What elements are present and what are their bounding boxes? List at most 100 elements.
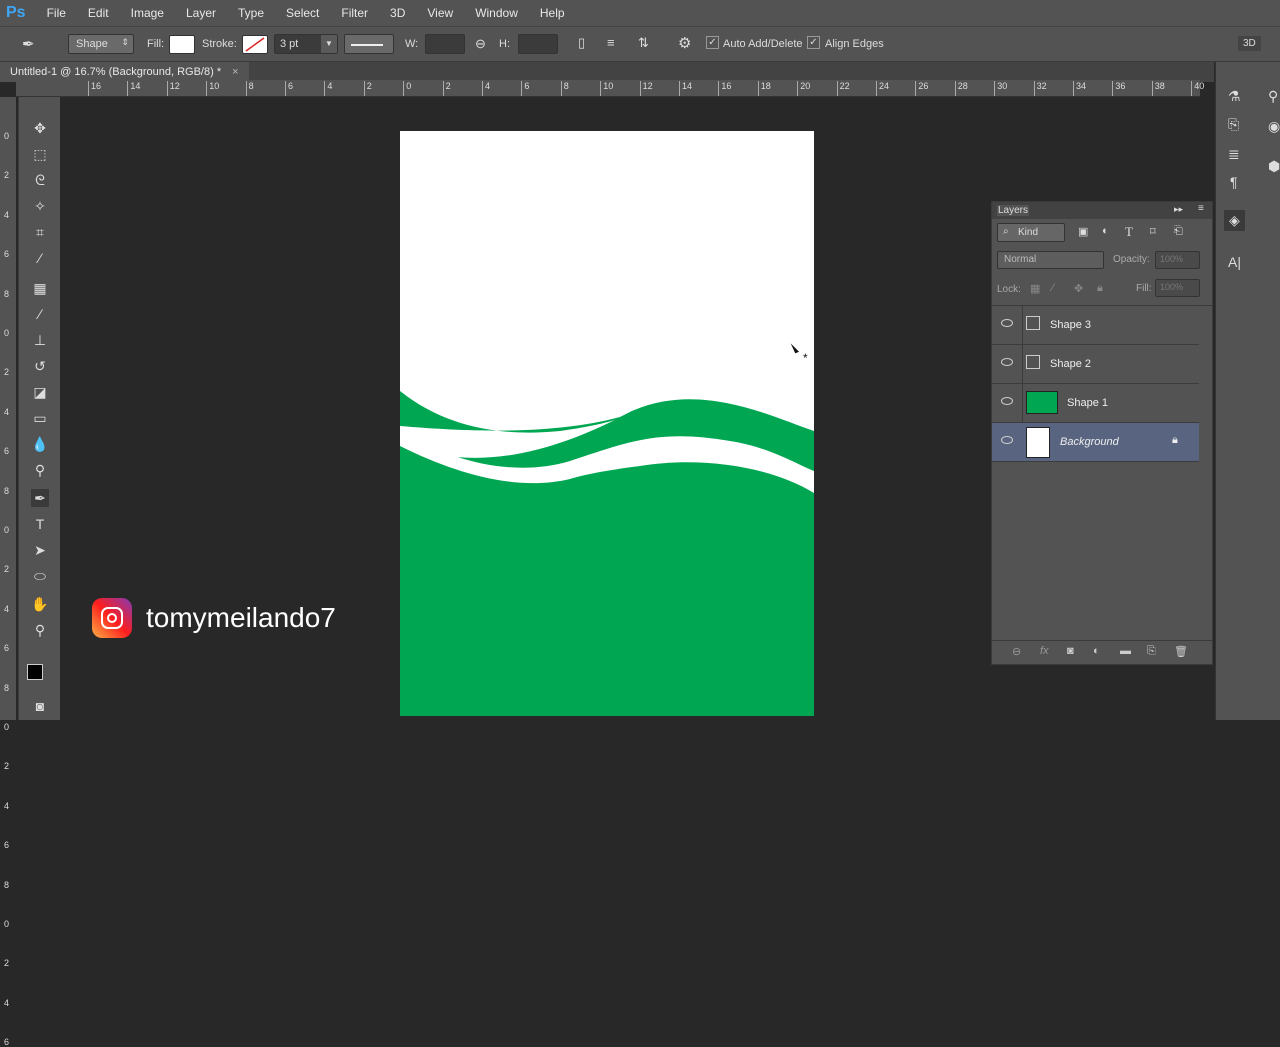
shape-1-thumbnail xyxy=(1026,391,1058,414)
layer-row-shape-2[interactable]: Shape 2 xyxy=(992,345,1199,384)
close-tab-icon[interactable]: × xyxy=(232,66,238,78)
filter-type-icon[interactable]: T xyxy=(1125,224,1133,240)
path-selection-tool-icon[interactable]: ➤ xyxy=(31,541,49,559)
history-brush-tool-icon[interactable]: ↺ xyxy=(31,357,49,375)
lock-all-icon[interactable]: 🔒︎ xyxy=(1097,282,1103,295)
panel-menu-icon[interactable]: ≡ xyxy=(1198,203,1204,214)
collapse-panel-icon[interactable]: ▸▸ xyxy=(1174,204,1183,215)
marquee-tool-icon[interactable]: ⬚ xyxy=(31,145,49,163)
magic-wand-tool-icon[interactable]: ✧ xyxy=(31,197,49,215)
align-edges-checkbox[interactable]: ✓ xyxy=(807,36,820,49)
clone-stamp-tool-icon[interactable]: ⊥ xyxy=(31,331,49,349)
hand-tool-icon[interactable]: ✋ xyxy=(31,595,49,613)
document-canvas[interactable] xyxy=(400,131,814,716)
fill-input[interactable]: 100% xyxy=(1155,279,1200,297)
character-panel-icon[interactable]: A| xyxy=(1228,254,1241,270)
delete-layer-trash-icon[interactable]: 🗑︎ xyxy=(1174,645,1188,658)
opacity-input[interactable]: 100% xyxy=(1155,251,1200,269)
link-icon[interactable]: ⊖ xyxy=(475,36,486,52)
menu-image[interactable]: Image xyxy=(120,6,175,20)
color-panel-icon[interactable]: ◉ xyxy=(1268,118,1280,135)
layer-name[interactable]: Shape 1 xyxy=(1067,397,1108,409)
filter-shape-icon[interactable]: ⌑ xyxy=(1150,225,1156,238)
menu-3d[interactable]: 3D xyxy=(379,6,416,20)
eraser-tool-icon[interactable]: ◪ xyxy=(31,383,49,401)
new-adjustment-layer-icon[interactable]: ◐ xyxy=(1093,645,1100,657)
pen-tool-icon[interactable]: ✒ xyxy=(22,35,35,53)
eyedropper-tool-icon[interactable]: ⁄ xyxy=(31,249,49,267)
filter-adjustment-icon[interactable]: ◐ xyxy=(1102,225,1109,237)
width-input[interactable] xyxy=(425,34,465,54)
layer-name[interactable]: Shape 2 xyxy=(1050,358,1091,370)
move-tool-icon[interactable]: ✥ xyxy=(31,119,49,137)
visibility-eye-icon[interactable] xyxy=(1001,397,1013,405)
layers-panel-title[interactable]: Layers xyxy=(997,205,1030,216)
layer-row-shape-1[interactable]: Shape 1 xyxy=(992,384,1199,423)
lasso-tool-icon[interactable]: ᘓ xyxy=(31,171,49,189)
filter-kind-select[interactable]: ⌕ Kind xyxy=(997,223,1065,242)
new-layer-icon[interactable]: ⎘ xyxy=(1147,645,1156,658)
actions-panel-icon[interactable]: ⎘ xyxy=(1228,116,1239,133)
menu-edit[interactable]: Edit xyxy=(77,6,120,20)
gradient-tool-icon[interactable]: ▭ xyxy=(31,409,49,427)
blur-tool-icon[interactable]: 💧 xyxy=(31,435,49,453)
stroke-width-input[interactable]: 3 pt ▼ xyxy=(274,34,338,54)
crop-tool-icon[interactable]: ⌗ xyxy=(31,223,49,241)
path-arrangement-icon[interactable]: ⇅ xyxy=(638,35,649,51)
history-panel-icon[interactable]: ⚗ xyxy=(1228,88,1241,105)
paragraph-panel-icon[interactable]: ¶ xyxy=(1230,174,1238,190)
workspace-3d-button[interactable]: 3D xyxy=(1238,36,1261,51)
auto-add-delete-checkbox[interactable]: ✓ xyxy=(706,36,719,49)
visibility-eye-icon[interactable] xyxy=(1001,319,1013,327)
zoom-tool-icon[interactable]: ⚲ xyxy=(31,621,49,639)
menu-type[interactable]: Type xyxy=(227,6,275,20)
ruler-tick-label: 6 xyxy=(4,446,10,457)
link-layers-icon[interactable]: ⊖ xyxy=(1012,645,1021,658)
menu-view[interactable]: View xyxy=(416,6,464,20)
menu-layer[interactable]: Layer xyxy=(175,6,227,20)
menu-select[interactable]: Select xyxy=(275,6,330,20)
menu-file[interactable]: File xyxy=(36,6,77,20)
layer-row-shape-3[interactable]: Shape 3 xyxy=(992,306,1199,345)
height-input[interactable] xyxy=(518,34,558,54)
type-tool-icon[interactable]: T xyxy=(31,515,49,533)
layers-panel-icon[interactable]: ◈ xyxy=(1224,210,1245,231)
ellipse-tool-icon[interactable]: ⬭ xyxy=(31,567,49,585)
quick-mask-icon[interactable]: ◙ xyxy=(31,697,49,715)
gear-icon[interactable]: ⚙ xyxy=(678,34,691,52)
filter-pixel-icon[interactable]: ▣ xyxy=(1078,225,1088,238)
ruler-vertical[interactable]: 0 2 4 6 8 0 2 4 6 8 0 2 4 6 8 0 2 4 6 8 0 2 4 6 xyxy=(0,97,16,1047)
visibility-eye-icon[interactable] xyxy=(1001,358,1013,366)
path-operations-icon[interactable]: ▯ xyxy=(578,35,585,51)
lock-pixels-icon[interactable]: ∕ xyxy=(1052,282,1054,294)
adjustments-panel-icon[interactable]: ≣ xyxy=(1228,146,1240,163)
path-alignment-icon[interactable]: ≡ xyxy=(607,35,615,50)
fill-swatch[interactable] xyxy=(169,35,195,54)
document-tab[interactable]: Untitled-1 @ 16.7% (Background, RGB/8) *… xyxy=(0,62,249,82)
menu-filter[interactable]: Filter xyxy=(330,6,379,20)
new-group-folder-icon[interactable]: ▬ xyxy=(1120,645,1131,657)
lock-transparent-icon[interactable]: ▦ xyxy=(1030,282,1040,295)
layer-style-fx-icon[interactable]: fx xyxy=(1040,645,1049,657)
layer-name[interactable]: Background xyxy=(1060,436,1119,448)
foreground-color-swatch[interactable] xyxy=(27,664,43,680)
stroke-type-select[interactable] xyxy=(344,34,394,54)
menu-help[interactable]: Help xyxy=(529,6,576,20)
healing-brush-tool-icon[interactable]: ▦ xyxy=(31,279,49,297)
dodge-tool-icon[interactable]: ⚲ xyxy=(31,461,49,479)
visibility-eye-icon[interactable] xyxy=(1001,436,1013,444)
layer-name[interactable]: Shape 3 xyxy=(1050,319,1091,331)
3d-panel-icon[interactable]: ⬢ xyxy=(1268,158,1280,175)
add-mask-icon[interactable]: ◙ xyxy=(1067,645,1074,657)
menu-window[interactable]: Window xyxy=(464,6,529,20)
libraries-panel-icon[interactable]: ⚲ xyxy=(1268,88,1278,105)
layer-row-background[interactable]: Background 🔒︎ xyxy=(992,423,1199,462)
filter-smart-object-icon[interactable]: ⎗ xyxy=(1174,225,1183,238)
lock-position-icon[interactable]: ✥ xyxy=(1074,282,1083,295)
ruler-horizontal[interactable]: 16 14 12 10 8 6 4 2 0 2 4 6 8 10 12 14 16 18 20 22 24 26 28 30 3… xyxy=(16,80,1204,97)
mode-select[interactable]: Shape ⇕ xyxy=(68,34,134,54)
brush-tool-icon[interactable]: ∕ xyxy=(31,305,49,323)
stroke-swatch[interactable] xyxy=(242,35,268,54)
blend-mode-select[interactable]: Normal xyxy=(997,251,1104,269)
pen-tool-icon[interactable]: ✒ xyxy=(31,489,49,507)
